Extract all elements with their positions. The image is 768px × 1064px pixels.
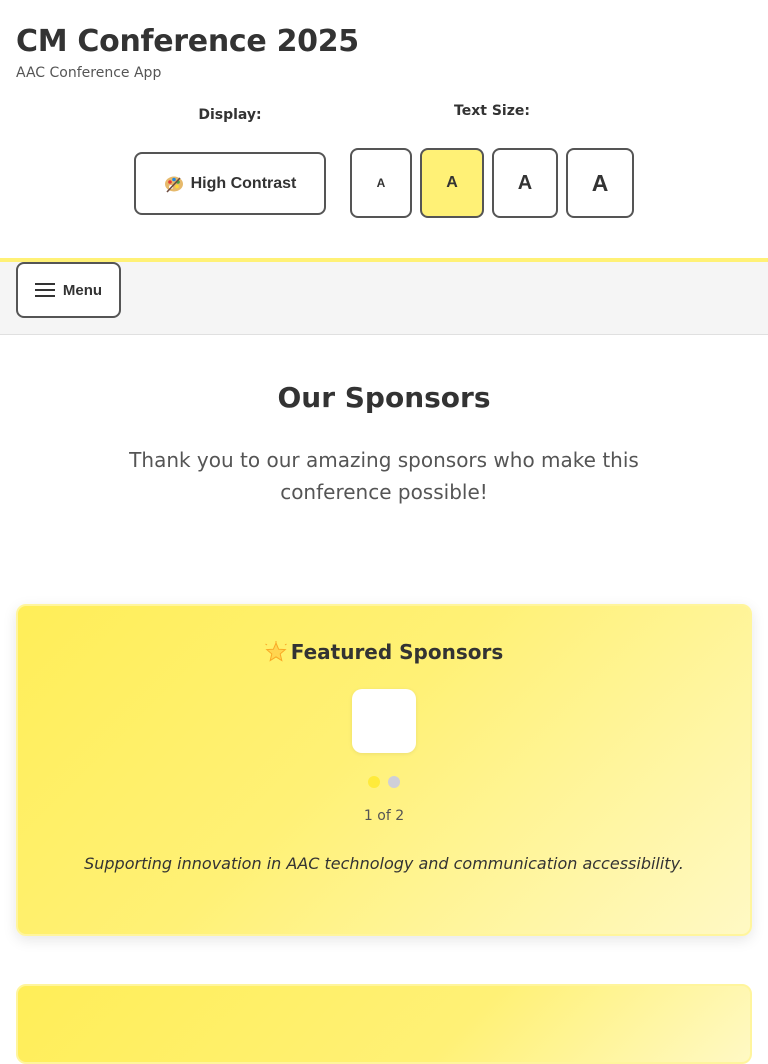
slide-counter: 1 of 2 [363, 808, 405, 824]
text-size-large-button[interactable]: A [492, 148, 558, 218]
sponsor-tier-card [16, 984, 752, 1064]
menu-button[interactable]: Menu [16, 262, 121, 318]
text-size-extra-large-button[interactable]: A [566, 148, 634, 218]
display-label: Display: [198, 107, 262, 123]
text-size-medium-button[interactable]: A [420, 148, 484, 218]
page-intro: Thank you to our amazing sponsors who ma… [129, 448, 639, 504]
featured-sponsors-title: Featured Sponsors [290, 640, 504, 664]
palette-icon [164, 174, 184, 194]
carousel-dot-2[interactable] [388, 776, 400, 788]
high-contrast-button[interactable]: High Contrast [134, 152, 326, 215]
featured-tagline: Supporting innovation in AAC technology … [84, 854, 684, 873]
nav-bar: Menu [0, 262, 768, 335]
menu-label: Menu [62, 281, 103, 299]
carousel-dots [18, 776, 750, 788]
page-title: Our Sponsors [277, 381, 491, 414]
high-contrast-label: High Contrast [190, 174, 297, 192]
featured-sponsors-card: Featured Sponsors 1 of 2 Supporting inno… [16, 604, 752, 936]
hamburger-icon [34, 283, 55, 297]
sponsor-logo[interactable] [352, 689, 416, 753]
app-subtitle: AAC Conference App [16, 65, 162, 81]
featured-sponsors-heading: Featured Sponsors [18, 640, 750, 664]
app-title: CM Conference 2025 [16, 24, 359, 59]
app-header: CM Conference 2025 AAC Conference App Di… [0, 0, 768, 262]
text-size-label: Text Size: [454, 103, 530, 119]
text-size-small-button[interactable]: A [350, 148, 412, 218]
star-icon [264, 641, 287, 663]
carousel-dot-1[interactable] [368, 776, 380, 788]
